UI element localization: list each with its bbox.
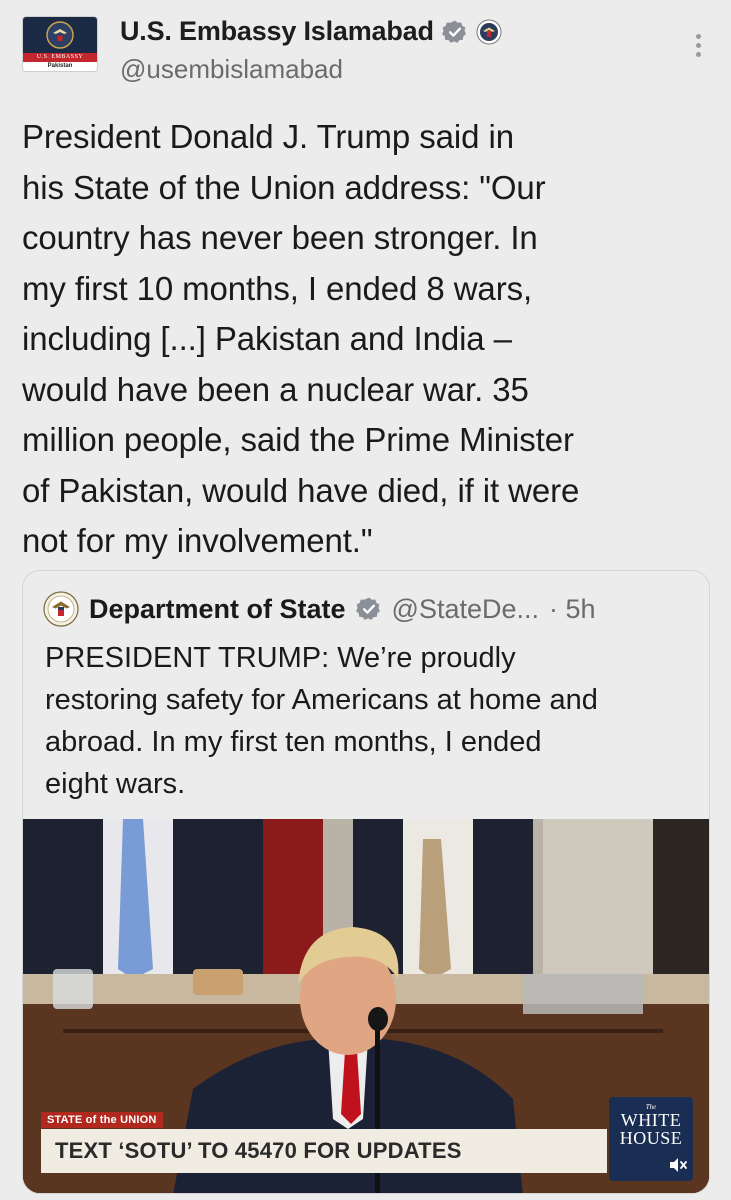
quoted-line: eight wars.	[45, 768, 186, 800]
avatar-country-text: Pakistan	[47, 63, 73, 69]
white-house-logo-line1: WHITE	[620, 1110, 682, 1130]
author-handle[interactable]: @usembislamabad	[120, 54, 343, 85]
verified-badge-icon	[441, 20, 466, 43]
white-house-logo: The WHITE HOUSE	[609, 1097, 693, 1181]
quoted-display-name[interactable]: Department of State	[89, 594, 346, 625]
video-lower-third: STATE of the UNION TEXT ‘SOTU’ TO 45470 …	[41, 1110, 607, 1173]
quoted-video-media[interactable]: STATE of the UNION TEXT ‘SOTU’ TO 45470 …	[23, 819, 709, 1193]
sotu-tag: STATE of the UNION	[41, 1112, 163, 1128]
quoted-tweet-card[interactable]: Department of State @StateDe... · 5h PRE…	[22, 570, 710, 1194]
quoted-line: restoring safety for Americans at home a…	[45, 684, 598, 716]
avatar-band-text: U.S. EMBASSY	[23, 53, 97, 62]
tweet-line: my first 10 months, I ended 8 wars,	[22, 269, 533, 307]
quoted-line: PRESIDENT TRUMP: We’re proudly	[45, 642, 516, 674]
tweet-line: including [...] Pakistan and India –	[22, 320, 512, 357]
quoted-timestamp: · 5h	[549, 593, 596, 624]
sotu-banner: TEXT ‘SOTU’ TO 45470 FOR UPDATES	[41, 1129, 607, 1173]
tweet-line: not for my involvement."	[22, 522, 373, 559]
government-seal-icon	[476, 19, 502, 44]
author-display-name[interactable]: U.S. Embassy Islamabad	[120, 16, 434, 47]
more-options-icon[interactable]	[694, 34, 702, 64]
eagle-seal-icon	[23, 17, 97, 53]
quoted-handle[interactable]: @StateDe...	[392, 594, 539, 625]
tweet-line: country has never been stronger. In	[22, 219, 538, 256]
quoted-line: abroad. In my first ten months, I ended	[45, 726, 542, 758]
tweet-text: President Donald J. Trump said in his St…	[22, 112, 712, 567]
verified-badge-icon	[355, 597, 380, 620]
state-department-seal-icon[interactable]	[43, 591, 79, 627]
author-name-row: U.S. Embassy Islamabad	[120, 16, 502, 47]
quoted-tweet-text: PRESIDENT TRUMP: We’re proudly restoring…	[45, 637, 705, 805]
quoted-tweet-header: Department of State @StateDe... · 5h	[43, 589, 693, 629]
author-avatar[interactable]: U.S. EMBASSY Pakistan	[22, 16, 98, 72]
tweet-line: million people, said the Prime Minister	[22, 421, 574, 458]
mute-speaker-icon[interactable]	[667, 1155, 689, 1175]
tweet-header: U.S. EMBASSY Pakistan U.S. Embassy Islam…	[20, 14, 710, 90]
white-house-logo-small: The	[645, 1103, 657, 1111]
tweet-line: would have been a nuclear war. 35	[22, 370, 529, 408]
white-house-logo-line2: HOUSE	[619, 1128, 683, 1148]
tweet-line: his State of the Union address: "Our	[22, 168, 546, 206]
tweet-line: of Pakistan, would have died, if it were	[22, 471, 580, 509]
tweet-line: President Donald J. Trump said in	[22, 118, 514, 155]
